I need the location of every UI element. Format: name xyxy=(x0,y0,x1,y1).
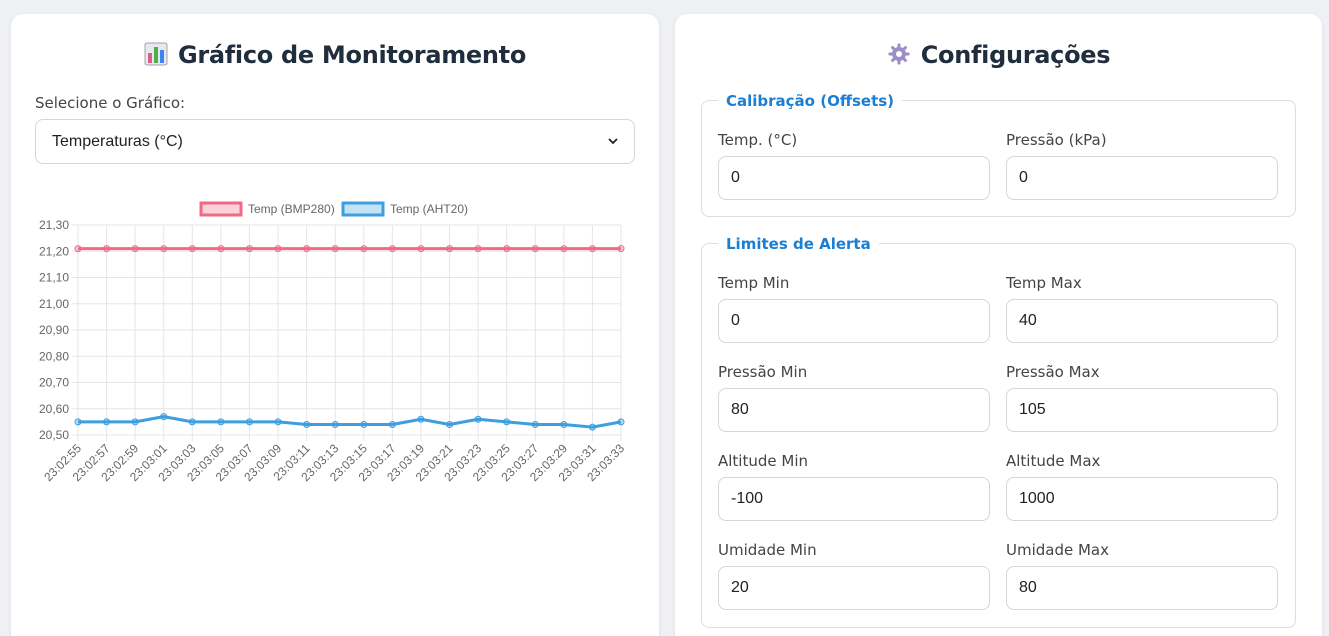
data-point xyxy=(188,418,196,426)
settings-title-text: Configurações xyxy=(920,41,1111,69)
data-point xyxy=(217,245,225,253)
data-point xyxy=(74,418,82,426)
y-tick-label: 20,90 xyxy=(39,323,69,337)
data-point xyxy=(303,245,311,253)
series-line xyxy=(78,415,622,429)
chart-title-text: Gráfico de Monitoramento xyxy=(177,41,527,69)
calibration-legend: Calibração (Offsets) xyxy=(718,92,903,110)
data-point xyxy=(245,418,253,426)
chart-select-value: Temperaturas (°C) xyxy=(52,132,183,150)
pressure-max-label: Pressão Max xyxy=(1006,363,1100,381)
alert-limits-legend: Limites de Alerta xyxy=(718,235,879,253)
calibration-fieldset: Calibração (Offsets) Temp. (°C) 0 Pressã… xyxy=(701,92,1296,217)
temp-offset-label: Temp. (°C) xyxy=(718,131,798,149)
pressure-offset-label: Pressão (kPa) xyxy=(1006,131,1107,149)
temp-max-input[interactable]: 40 xyxy=(1006,299,1278,343)
legend-swatch xyxy=(199,201,243,217)
y-tick-label: 21,00 xyxy=(39,297,69,311)
data-point xyxy=(588,245,596,253)
data-point xyxy=(388,245,396,253)
humidity-max-input[interactable]: 80 xyxy=(1006,566,1278,610)
pressure-max-input[interactable]: 105 xyxy=(1006,388,1278,432)
data-point xyxy=(474,245,482,253)
altitude-min-input[interactable]: -100 xyxy=(718,477,990,521)
pressure-min-input[interactable]: 80 xyxy=(718,388,990,432)
y-tick-label: 20,80 xyxy=(39,349,69,363)
chart-select-label: Selecione o Gráfico: xyxy=(35,94,186,112)
altitude-max-label: Altitude Max xyxy=(1006,452,1101,470)
y-tick-label: 21,30 xyxy=(39,218,69,232)
data-point xyxy=(446,421,454,428)
data-point xyxy=(103,418,111,426)
settings-card-title: Configurações xyxy=(675,41,1322,72)
data-point xyxy=(446,245,454,253)
data-point xyxy=(417,415,425,423)
chart-svg: 21,30 21,20 21,10 21,00 20,90 20,80 20,70 20,60… xyxy=(39,201,627,484)
data-point xyxy=(245,245,253,253)
data-point xyxy=(531,421,539,428)
chart-select[interactable]: Temperaturas (°C) xyxy=(35,119,635,164)
temp-min-input[interactable]: 0 xyxy=(718,299,990,343)
data-point xyxy=(160,245,168,253)
data-point xyxy=(188,245,196,253)
y-tick-label: 20,60 xyxy=(39,402,69,416)
bar-chart-icon xyxy=(144,42,168,72)
legend-label: Temp (AHT20) xyxy=(390,202,468,216)
y-tick-label: 20,50 xyxy=(39,428,69,442)
data-point xyxy=(474,415,482,423)
pressure-min-label: Pressão Min xyxy=(718,363,808,381)
data-point xyxy=(331,245,339,253)
chevron-down-icon xyxy=(608,133,618,151)
legend-label: Temp (BMP280) xyxy=(248,202,335,216)
gear-icon xyxy=(887,42,911,72)
humidity-min-input[interactable]: 20 xyxy=(718,566,990,610)
legend-swatch xyxy=(341,201,385,217)
altitude-min-label: Altitude Min xyxy=(718,452,808,470)
y-tick-label: 21,10 xyxy=(39,271,69,285)
data-point xyxy=(74,245,82,253)
humidity-min-label: Umidade Min xyxy=(718,541,817,559)
data-point xyxy=(360,245,368,253)
chart-card-title: Gráfico de Monitoramento xyxy=(11,41,659,72)
temp-min-label: Temp Min xyxy=(718,274,790,292)
data-point xyxy=(160,413,168,421)
pressure-offset-input[interactable]: 0 xyxy=(1006,156,1278,200)
data-point xyxy=(131,418,139,426)
line-chart: 21,30 21,20 21,10 21,00 20,90 20,80 20,70 20,60… xyxy=(11,179,659,499)
alert-limits-fieldset: Limites de Alerta Temp Min 0 Temp Max 40… xyxy=(701,235,1296,628)
data-point xyxy=(503,418,511,426)
data-point xyxy=(617,418,625,426)
chart-card: Gráfico de Monitoramento Selecione o Grá… xyxy=(11,14,659,636)
data-point xyxy=(217,418,225,426)
data-point xyxy=(303,421,311,428)
data-point xyxy=(588,423,596,431)
altitude-max-input[interactable]: 1000 xyxy=(1006,477,1278,521)
data-point xyxy=(503,245,511,253)
y-tick-label: 20,70 xyxy=(39,376,69,390)
data-point xyxy=(531,245,539,253)
data-point xyxy=(103,245,111,253)
data-point xyxy=(331,421,339,428)
data-point xyxy=(560,421,568,428)
y-tick-label: 21,20 xyxy=(39,244,69,258)
data-point xyxy=(417,245,425,253)
data-point xyxy=(274,418,282,426)
temp-offset-input[interactable]: 0 xyxy=(718,156,990,200)
data-point xyxy=(388,421,396,428)
humidity-max-label: Umidade Max xyxy=(1006,541,1110,559)
data-point xyxy=(274,245,282,253)
data-point xyxy=(360,421,368,428)
data-point xyxy=(560,245,568,253)
settings-card: Configurações Calibração (Offsets) Temp.… xyxy=(675,14,1322,636)
data-point xyxy=(131,245,139,253)
data-point xyxy=(617,245,625,253)
temp-max-label: Temp Max xyxy=(1006,274,1082,292)
